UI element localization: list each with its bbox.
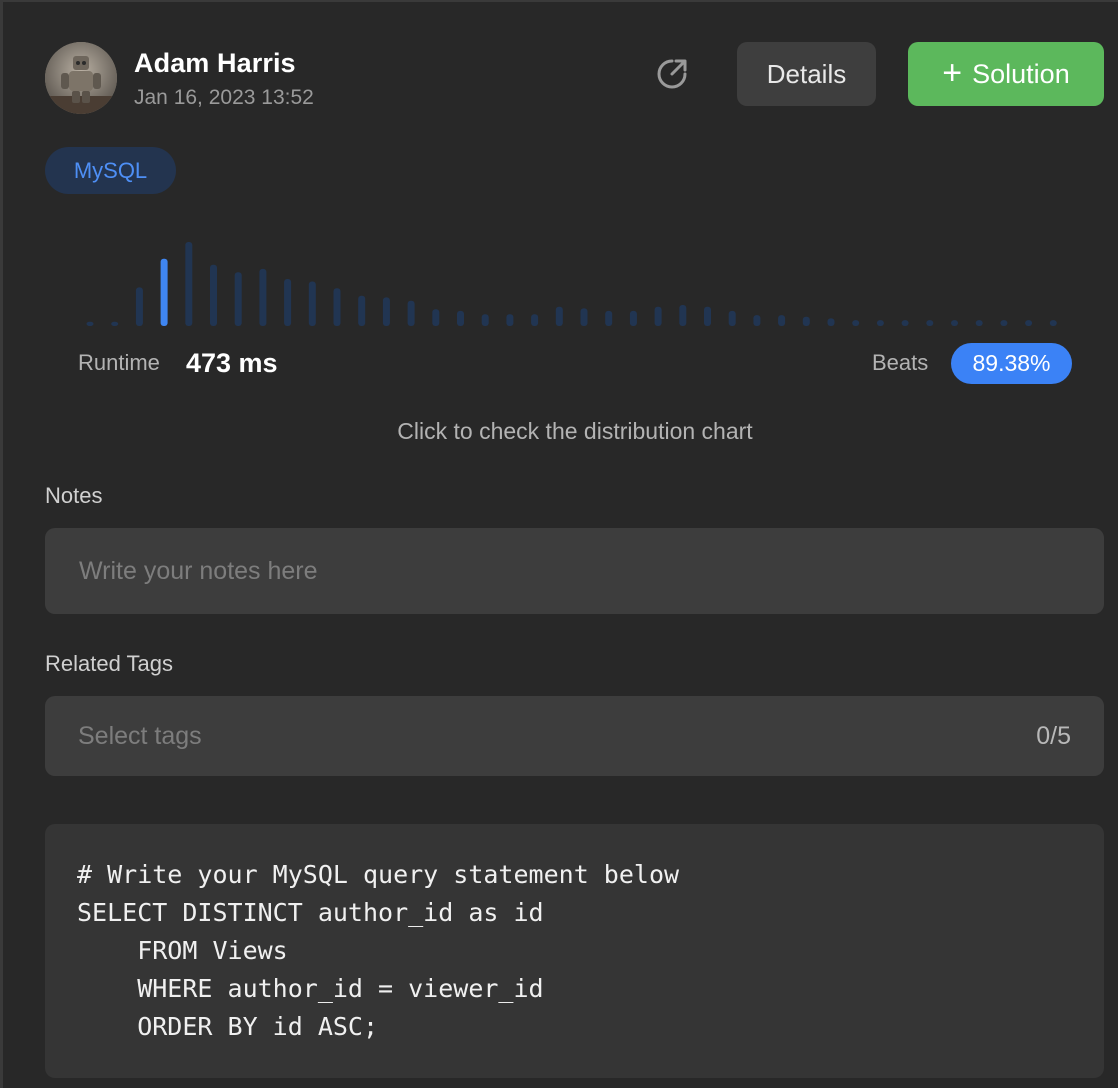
distribution-bar [308,281,316,326]
share-arrow-icon [657,59,687,89]
distribution-bar [1049,320,1057,326]
distribution-bar [827,318,835,326]
distribution-bar [284,279,292,326]
distribution-bar [259,268,267,326]
runtime-distribution-chart[interactable] [70,230,1080,330]
notes-heading: Notes [45,483,103,508]
distribution-bar [457,310,464,326]
distribution-bar [234,272,242,326]
user-name[interactable]: Adam Harris [134,48,296,79]
distribution-bar [580,308,588,326]
distribution-bar [432,309,440,326]
robot-avatar-icon [45,42,117,114]
distribution-bar [358,295,366,326]
tags-select[interactable]: Select tags 0/5 [45,696,1104,776]
beats-percentage-badge: 89.38% [951,343,1072,384]
solution-button-label: Solution [972,58,1070,89]
distribution-bar [901,320,909,326]
distribution-bar [1000,320,1008,326]
distribution-bar [382,297,390,326]
distribution-bar [86,321,94,326]
tags-count: 0/5 [1036,722,1071,750]
distribution-bar [555,306,563,326]
distribution-chart-hint[interactable]: Click to check the distribution chart [0,418,1118,445]
panel-top-border [0,0,1118,2]
distribution-bar-current [160,258,168,326]
distribution-bar [333,288,341,326]
distribution-bar [407,300,415,326]
distribution-bar [876,320,884,326]
distribution-bar [111,321,119,326]
code-line: # Write your MySQL query statement below [77,860,680,889]
code-line: FROM Views [77,936,288,965]
plus-icon: + [942,53,963,92]
distribution-bar [926,320,934,326]
details-button[interactable]: Details [737,42,876,106]
distribution-bar [210,264,217,326]
distribution-bar [506,314,514,326]
panel-left-border [0,0,3,1088]
submission-timestamp: Jan 16, 2023 13:52 [134,86,314,109]
code-line: ORDER BY id ASC; [77,1012,379,1041]
distribution-bar [753,315,761,326]
distribution-bar [728,310,736,326]
distribution-bar [704,306,711,326]
distribution-bar [778,315,786,326]
code-line: SELECT DISTINCT author_id as id [77,898,544,927]
distribution-bar [654,306,662,326]
distribution-bar [802,316,810,326]
notes-input[interactable] [45,528,1104,614]
code-line: WHERE author_id = viewer_id [77,974,544,1003]
distribution-bar [185,242,193,326]
distribution-bar [605,310,613,326]
tags-select-placeholder: Select tags [78,722,202,750]
beats-label: Beats [872,350,929,375]
distribution-bar [679,305,687,326]
distribution-bar [951,320,958,326]
runtime-value: 473 ms [186,348,278,378]
distribution-bar [1025,320,1033,326]
language-badge: MySQL [45,147,176,194]
distribution-bar [852,320,860,326]
avatar[interactable] [45,42,117,114]
distribution-bar [135,287,143,326]
distribution-bar [531,314,539,326]
code-block: # Write your MySQL query statement below… [45,824,1104,1078]
distribution-bar [629,310,637,326]
add-solution-button[interactable]: + Solution [908,42,1104,106]
distribution-bar [975,320,983,326]
distribution-bar [481,314,489,326]
runtime-label: Runtime [78,350,160,375]
related-tags-heading: Related Tags [45,651,174,676]
details-button-label: Details [766,58,847,89]
share-button[interactable] [650,52,694,96]
